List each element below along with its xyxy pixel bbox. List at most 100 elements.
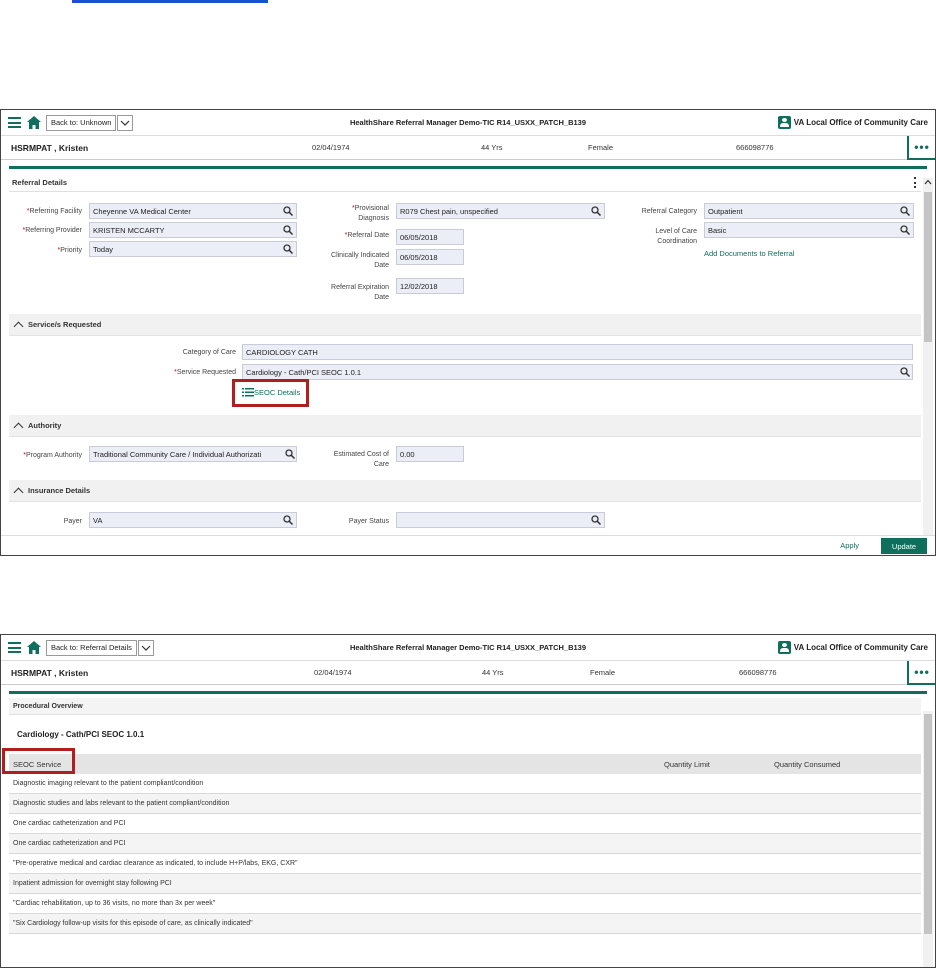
category-of-care-field: CARDIOLOGY CATH xyxy=(242,344,913,360)
search-icon[interactable] xyxy=(285,449,295,459)
level-of-care-field[interactable]: Basic xyxy=(704,222,914,238)
table-header: SEOC Service Quantity Limit Quantity Con… xyxy=(9,754,921,774)
search-icon[interactable] xyxy=(283,206,293,216)
patient-age: 44 Yrs xyxy=(482,668,504,677)
provisional-diagnosis-field[interactable]: R079 Chest pain, unspecified xyxy=(396,203,605,219)
referring-provider-field[interactable]: KRISTEN MCCARTY xyxy=(89,222,297,238)
office-selector[interactable]: VA Local Office of Community Care xyxy=(777,116,928,129)
priority-label: *Priority xyxy=(57,247,82,254)
back-dropdown-button[interactable] xyxy=(137,639,154,656)
authority-header[interactable]: Authority xyxy=(9,415,921,437)
table-row: Diagnostic studies and labs relevant to … xyxy=(9,794,921,814)
patient-sex: Female xyxy=(590,668,616,677)
patient-id: 666098776 xyxy=(739,668,777,677)
procedural-overview-header: Procedural Overview xyxy=(9,698,921,715)
hamburger-menu-icon[interactable] xyxy=(8,642,21,653)
referral-expiration-date-field[interactable]: 12/02/2018 xyxy=(396,278,464,294)
payer-status-label: Payer Status xyxy=(348,518,389,525)
referral-details-window: Back to: Unknown HealthShare Referral Ma… xyxy=(0,109,936,556)
patient-dob: 02/04/1974 xyxy=(312,143,350,152)
services-requested-header[interactable]: Service/s Requested xyxy=(9,314,921,336)
column-header-quantity-limit[interactable]: Quantity Limit xyxy=(664,760,710,769)
referral-expiration-date-label: Referral Expiration Date xyxy=(331,284,389,301)
section-divider xyxy=(9,691,927,694)
search-icon[interactable] xyxy=(591,515,601,525)
estimated-cost-field[interactable]: 0.00 xyxy=(396,446,464,462)
chevron-down-icon xyxy=(121,120,130,126)
update-button[interactable]: Update xyxy=(881,538,927,554)
service-requested-field[interactable]: Cardiology - Cath/PCI SEOC 1.0.1 xyxy=(242,364,913,380)
kebab-menu-icon[interactable] xyxy=(914,177,917,188)
patient-name: HSRMPAT , Kristen xyxy=(11,142,89,153)
home-icon[interactable] xyxy=(27,116,41,129)
procedural-overview-window: Back to: Referral Details HealthShare Re… xyxy=(0,634,936,968)
scrollbar-thumb[interactable] xyxy=(924,714,932,934)
referring-facility-field[interactable]: Cheyenne VA Medical Center xyxy=(89,203,297,219)
patient-dob: 02/04/1974 xyxy=(314,668,352,677)
search-icon[interactable] xyxy=(591,206,601,216)
vertical-scrollbar[interactable] xyxy=(923,711,933,967)
payer-field[interactable]: VA xyxy=(89,512,297,528)
insurance-details-header[interactable]: Insurance Details xyxy=(9,480,921,502)
apply-button[interactable]: Apply xyxy=(840,541,859,550)
patient-banner: HSRMPAT , Kristen 02/04/1974 44 Yrs Fema… xyxy=(1,136,935,160)
scrollbar-thumb[interactable] xyxy=(924,192,932,342)
back-button[interactable]: Back to: Unknown xyxy=(46,114,117,131)
column-header-quantity-consumed[interactable]: Quantity Consumed xyxy=(774,760,840,769)
referring-facility-label: *Referring Facility xyxy=(26,208,82,215)
highlight-box xyxy=(2,748,75,774)
referring-provider-label: *Referring Provider xyxy=(22,227,82,234)
top-bar: Back to: Referral Details HealthShare Re… xyxy=(1,635,935,661)
services-requested-title: Service/s Requested xyxy=(28,320,102,329)
more-actions-button[interactable]: ••• xyxy=(907,661,935,685)
vertical-scrollbar[interactable] xyxy=(923,178,933,535)
hamburger-menu-icon[interactable] xyxy=(8,117,21,128)
chevron-up-icon[interactable] xyxy=(13,422,24,433)
referral-category-field[interactable]: Outpatient xyxy=(704,203,914,219)
referral-details-header: Referral Details xyxy=(9,174,921,192)
search-icon[interactable] xyxy=(283,244,293,254)
more-actions-button[interactable]: ••• xyxy=(907,136,935,160)
patient-age: 44 Yrs xyxy=(481,143,503,152)
table-row: Diagnostic imaging relevant to the patie… xyxy=(9,774,921,794)
referral-date-field[interactable]: 06/05/2018 xyxy=(396,229,464,245)
insurance-details-title: Insurance Details xyxy=(28,486,91,495)
table-row: One cardiac catheterization and PCI xyxy=(9,834,921,854)
table-row: "Cardiac rehabilitation, up to 36 visits… xyxy=(9,894,921,914)
priority-field[interactable]: Today xyxy=(89,241,297,257)
patient-sex: Female xyxy=(588,143,614,152)
clinically-indicated-date-label: Clinically Indicated Date xyxy=(331,252,389,269)
program-authority-field[interactable]: Traditional Community Care / Individual … xyxy=(89,446,297,462)
payer-label: Payer xyxy=(63,518,82,525)
table-row: Inpatient admission for overnight stay f… xyxy=(9,874,921,894)
payer-status-field[interactable] xyxy=(396,512,605,528)
search-icon[interactable] xyxy=(283,515,293,525)
office-label: VA Local Office of Community Care xyxy=(793,643,928,652)
chevron-up-icon[interactable] xyxy=(924,178,932,186)
form-footer: Apply Update xyxy=(1,535,935,555)
clinically-indicated-date-field[interactable]: 06/05/2018 xyxy=(396,249,464,265)
search-icon[interactable] xyxy=(900,225,910,235)
patient-id: 666098776 xyxy=(736,143,774,152)
chevron-up-icon[interactable] xyxy=(13,487,24,498)
level-of-care-label: Level of Care Coordination xyxy=(655,228,697,245)
patient-banner: HSRMPAT , Kristen 02/04/1974 44 Yrs Fema… xyxy=(1,661,935,685)
patient-name: HSRMPAT , Kristen xyxy=(11,667,89,678)
chevron-down-icon xyxy=(141,645,151,651)
back-dropdown-button[interactable] xyxy=(117,114,134,131)
back-button[interactable]: Back to: Referral Details xyxy=(46,639,137,656)
category-of-care-label: Category of Care xyxy=(182,349,236,356)
top-link-underline[interactable] xyxy=(72,0,268,3)
search-icon[interactable] xyxy=(900,367,910,377)
chevron-up-icon[interactable] xyxy=(13,321,24,332)
home-icon[interactable] xyxy=(27,641,41,654)
search-icon[interactable] xyxy=(900,206,910,216)
add-documents-link[interactable]: Add Documents to Referral xyxy=(704,249,794,258)
highlight-box xyxy=(232,379,309,407)
office-selector[interactable]: VA Local Office of Community Care xyxy=(777,641,928,654)
authority-title: Authority xyxy=(28,421,62,430)
procedural-overview: Procedural Overview Cardiology - Cath/PC… xyxy=(9,698,921,967)
search-icon[interactable] xyxy=(283,225,293,235)
table-row: "Pre-operative medical and cardiac clear… xyxy=(9,854,921,874)
top-bar: Back to: Unknown HealthShare Referral Ma… xyxy=(1,110,935,136)
